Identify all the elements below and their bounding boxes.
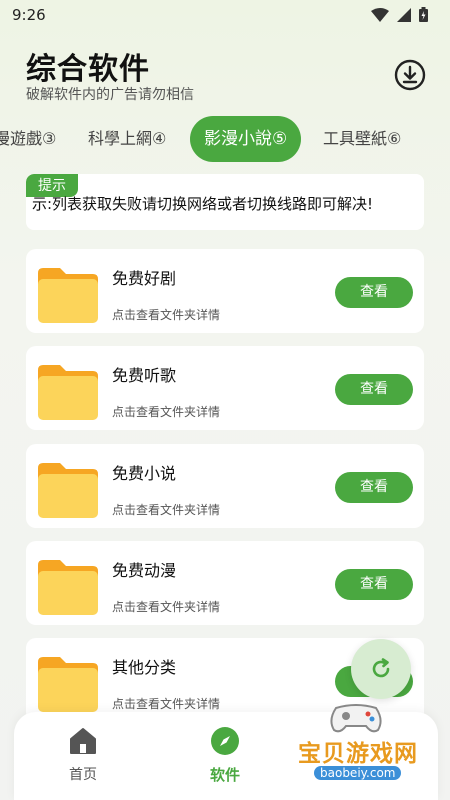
folder-card[interactable]: 免费听歌 点击查看文件夹详情 查看 bbox=[26, 346, 424, 430]
notice-text: 示:列表获取失败请切换网络或者切换线路即可解决! bbox=[32, 195, 374, 213]
folder-desc: 点击查看文件夹详情 bbox=[112, 697, 221, 711]
folder-title: 免费小说 bbox=[112, 464, 177, 483]
gamepad-icon bbox=[330, 704, 382, 733]
folder-desc: 点击查看文件夹详情 bbox=[112, 405, 221, 419]
nav-home[interactable]: 首页 bbox=[28, 712, 138, 800]
nav-software[interactable]: 软件 bbox=[170, 712, 280, 800]
wifi-icon bbox=[371, 7, 389, 22]
folder-desc: 点击查看文件夹详情 bbox=[112, 503, 221, 517]
download-icon[interactable] bbox=[393, 58, 427, 92]
folder-icon bbox=[38, 657, 98, 712]
nav-home-label: 首页 bbox=[69, 767, 97, 783]
tab-games[interactable]: 漫遊戲③ bbox=[0, 116, 56, 162]
watermark-text: 宝贝游戏网 bbox=[298, 741, 418, 767]
compass-icon bbox=[211, 727, 239, 755]
folder-title: 免费好剧 bbox=[112, 269, 177, 288]
folder-card[interactable]: 免费小说 点击查看文件夹详情 查看 bbox=[26, 444, 424, 528]
nav-software-label: 软件 bbox=[209, 766, 240, 784]
folder-card[interactable]: 免费好剧 点击查看文件夹详情 查看 bbox=[26, 249, 424, 333]
folder-title: 免费听歌 bbox=[112, 366, 177, 385]
page-subtitle: 破解软件内的广告请勿相信 bbox=[26, 87, 194, 103]
tab-video-novel[interactable]: 影漫小說⑤ bbox=[190, 116, 302, 162]
status-time: 9:26 bbox=[12, 6, 46, 24]
folder-desc: 点击查看文件夹详情 bbox=[112, 308, 221, 322]
home-icon bbox=[70, 728, 96, 754]
signal-icon bbox=[397, 7, 411, 22]
status-bar: 9:26 bbox=[0, 0, 450, 32]
tab-tools-wallpaper[interactable]: 工具壁紙⑥ bbox=[323, 116, 401, 162]
folder-icon bbox=[38, 560, 98, 615]
folder-desc: 点击查看文件夹详情 bbox=[112, 600, 221, 614]
folder-card[interactable]: 免费动漫 点击查看文件夹详情 查看 bbox=[26, 541, 424, 625]
folder-icon bbox=[38, 268, 98, 323]
refresh-button[interactable] bbox=[351, 639, 411, 699]
watermark-url: baobeiy.com bbox=[314, 766, 402, 780]
folder-icon bbox=[38, 463, 98, 518]
view-button[interactable]: 查看 bbox=[335, 472, 413, 503]
notice-box: 提示 示:列表获取失败请切换网络或者切换线路即可解决! bbox=[26, 174, 424, 230]
folder-title: 其他分类 bbox=[112, 658, 177, 677]
battery-icon bbox=[419, 7, 428, 22]
watermark-logo: 宝贝游戏网 baobeiy.com bbox=[272, 700, 444, 795]
page-title: 综合软件 bbox=[26, 52, 150, 87]
folder-title: 免费动漫 bbox=[112, 561, 177, 580]
view-button[interactable]: 查看 bbox=[335, 569, 413, 600]
folder-icon bbox=[38, 365, 98, 420]
category-tabs: 漫遊戲③ 科學上網④ 影漫小說⑤ 工具壁紙⑥ bbox=[0, 116, 450, 162]
view-button[interactable]: 查看 bbox=[335, 374, 413, 405]
tab-vpn[interactable]: 科學上網④ bbox=[88, 116, 166, 162]
status-icons bbox=[371, 7, 428, 22]
refresh-icon bbox=[372, 658, 390, 678]
view-button[interactable]: 查看 bbox=[335, 277, 413, 308]
